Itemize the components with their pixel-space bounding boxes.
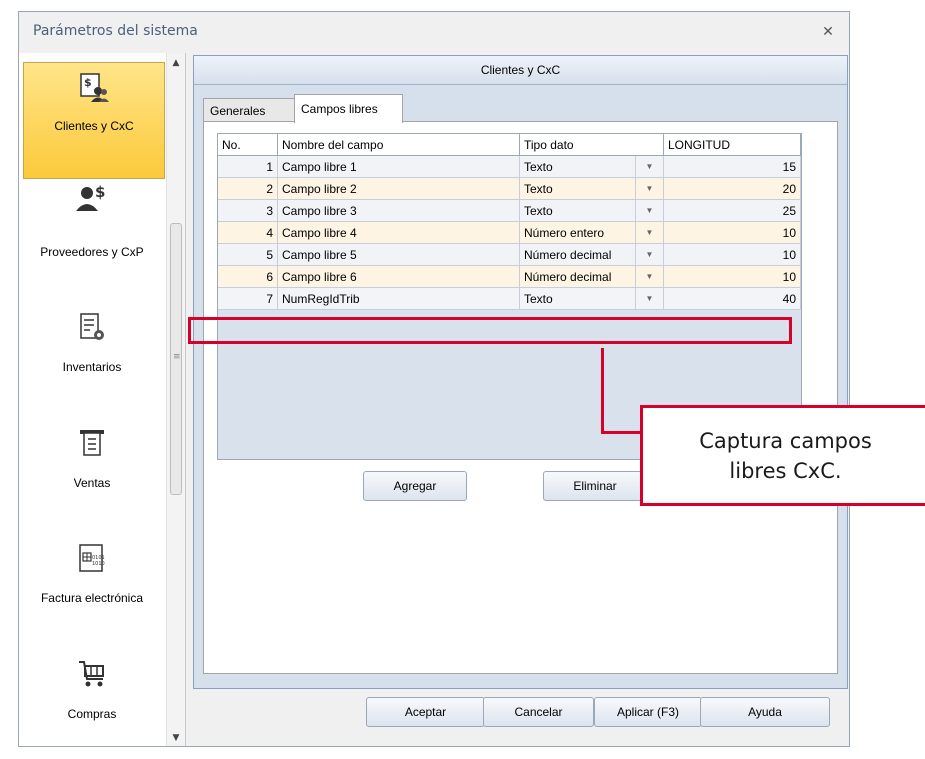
cell-longitud[interactable]: 10 (664, 266, 801, 288)
cell-name[interactable]: Campo libre 3 (278, 200, 520, 222)
cell-longitud[interactable]: 25 (664, 200, 801, 222)
svg-text:$: $ (95, 183, 105, 201)
callout-line-2: libres CxC. (729, 459, 842, 483)
cell-name[interactable]: Campo libre 2 (278, 178, 520, 200)
sidebar-scrollbar[interactable]: ▲ ≡ ▼ (166, 53, 185, 746)
cell-no: 3 (218, 200, 278, 222)
scroll-up-icon[interactable]: ▲ (167, 55, 185, 71)
cancel-button[interactable]: Cancelar (483, 697, 594, 727)
cell-tipo[interactable]: Texto (520, 288, 636, 310)
system-parameters-window: Parámetros del sistema ✕ $ Clientes y Cx… (18, 11, 850, 747)
cell-tipo[interactable]: Número entero (520, 222, 636, 244)
cart-icon (77, 659, 107, 692)
cell-tipo[interactable]: Texto (520, 200, 636, 222)
callout-text: Captura campos libres CxC. (643, 426, 925, 486)
cell-name[interactable]: Campo libre 5 (278, 244, 520, 266)
sidebar-item-factura[interactable]: 0101 1010 Factura electrónica (19, 525, 165, 640)
cell-no: 7 (218, 288, 278, 310)
add-button[interactable]: Agregar (363, 471, 467, 501)
sidebar-item-label: Ventas (73, 476, 111, 490)
table-row[interactable]: 5 Campo libre 5 Número decimal ▼ 10 (218, 244, 801, 266)
grip-icon: ≡ (173, 352, 181, 362)
highlight-box (188, 317, 792, 344)
window-title: Parámetros del sistema (33, 23, 198, 39)
e-invoice-icon: 0101 1010 (77, 543, 107, 576)
cell-no: 6 (218, 266, 278, 288)
sidebar-item-label: Factura electrónica (40, 591, 144, 605)
table-row[interactable]: 3 Campo libre 3 Texto ▼ 25 (218, 200, 801, 222)
close-icon[interactable]: ✕ (819, 23, 837, 41)
grid-header: No. Nombre del campo Tipo dato LONGITUD (218, 134, 801, 156)
cell-name[interactable]: Campo libre 6 (278, 266, 520, 288)
inventory-icon (78, 312, 106, 345)
table-row[interactable]: 2 Campo libre 2 Texto ▼ 20 (218, 178, 801, 200)
cell-name[interactable]: Campo libre 1 (278, 156, 520, 178)
column-header-longitud[interactable]: LONGITUD (664, 134, 801, 156)
sidebar-nav: $ Clientes y CxC $ Proveedores y CxP Inv… (19, 53, 186, 746)
dropdown-arrow-icon[interactable]: ▼ (636, 156, 664, 178)
help-button[interactable]: Ayuda (700, 697, 830, 727)
column-header-no[interactable]: No. (218, 134, 278, 156)
cell-name[interactable]: Campo libre 4 (278, 222, 520, 244)
sidebar-item-proveedores[interactable]: $ Proveedores y CxP (19, 179, 165, 294)
tab-generales[interactable]: Generales (203, 98, 295, 122)
svg-text:1010: 1010 (92, 561, 105, 567)
cell-no: 4 (218, 222, 278, 244)
table-row[interactable]: 7 NumRegIdTrib Texto ▼ 40 (218, 288, 801, 310)
tab-campos-libres[interactable]: Campos libres (294, 94, 403, 123)
sidebar-item-compras[interactable]: Compras (19, 641, 165, 746)
sidebar-item-label: Inventarios (62, 360, 122, 374)
svg-text:$: $ (84, 76, 92, 89)
dropdown-arrow-icon[interactable]: ▼ (636, 266, 664, 288)
cell-no: 1 (218, 156, 278, 178)
table-row[interactable]: 4 Campo libre 4 Número entero ▼ 10 (218, 222, 801, 244)
column-header-name[interactable]: Nombre del campo (278, 134, 520, 156)
scrollbar-thumb[interactable]: ≡ (170, 223, 182, 495)
dropdown-arrow-icon[interactable]: ▼ (636, 222, 664, 244)
cell-longitud[interactable]: 10 (664, 244, 801, 266)
cell-no: 5 (218, 244, 278, 266)
clients-icon: $ (79, 73, 109, 106)
sidebar-item-label: Clientes y CxC (54, 119, 134, 133)
callout-line-1: Captura campos (699, 429, 872, 453)
sidebar-item-inventarios[interactable]: Inventarios (19, 294, 165, 409)
sidebar-item-ventas[interactable]: Ventas (19, 410, 165, 525)
callout-connector (601, 431, 641, 434)
sidebar-item-label: Proveedores y CxP (40, 245, 144, 259)
dropdown-arrow-icon[interactable]: ▼ (636, 288, 664, 310)
cell-tipo[interactable]: Número decimal (520, 244, 636, 266)
table-row[interactable]: 1 Campo libre 1 Texto ▼ 15 (218, 156, 801, 178)
accept-button[interactable]: Aceptar (366, 697, 485, 727)
cell-longitud[interactable]: 40 (664, 288, 801, 310)
table-row[interactable]: 6 Campo libre 6 Número decimal ▼ 10 (218, 266, 801, 288)
scroll-down-icon[interactable]: ▼ (167, 730, 185, 746)
sales-icon (78, 428, 106, 461)
cell-longitud[interactable]: 15 (664, 156, 801, 178)
cell-longitud[interactable]: 20 (664, 178, 801, 200)
cell-name[interactable]: NumRegIdTrib (278, 288, 520, 310)
cell-no: 2 (218, 178, 278, 200)
sidebar-item-label: Compras (67, 707, 117, 721)
dropdown-arrow-icon[interactable]: ▼ (636, 244, 664, 266)
tab-content: No. Nombre del campo Tipo dato LONGITUD … (203, 121, 838, 674)
callout-connector (601, 348, 604, 434)
apply-button[interactable]: Aplicar (F3) (594, 697, 702, 727)
column-header-tipo[interactable]: Tipo dato (520, 134, 664, 156)
panel-title: Clientes y CxC (194, 56, 847, 85)
cell-tipo[interactable]: Número decimal (520, 266, 636, 288)
suppliers-icon: $ (75, 183, 109, 216)
main-panel: Clientes y CxC Generales Campos libres N… (193, 55, 848, 689)
dropdown-arrow-icon[interactable]: ▼ (636, 200, 664, 222)
cell-longitud[interactable]: 10 (664, 222, 801, 244)
delete-button[interactable]: Eliminar (543, 471, 647, 501)
annotation-callout: Captura campos libres CxC. (640, 405, 925, 506)
title-bar: Parámetros del sistema ✕ (19, 12, 849, 53)
cell-tipo[interactable]: Texto (520, 156, 636, 178)
dropdown-arrow-icon[interactable]: ▼ (636, 178, 664, 200)
cell-tipo[interactable]: Texto (520, 178, 636, 200)
sidebar-item-clientes[interactable]: $ Clientes y CxC (23, 62, 165, 179)
